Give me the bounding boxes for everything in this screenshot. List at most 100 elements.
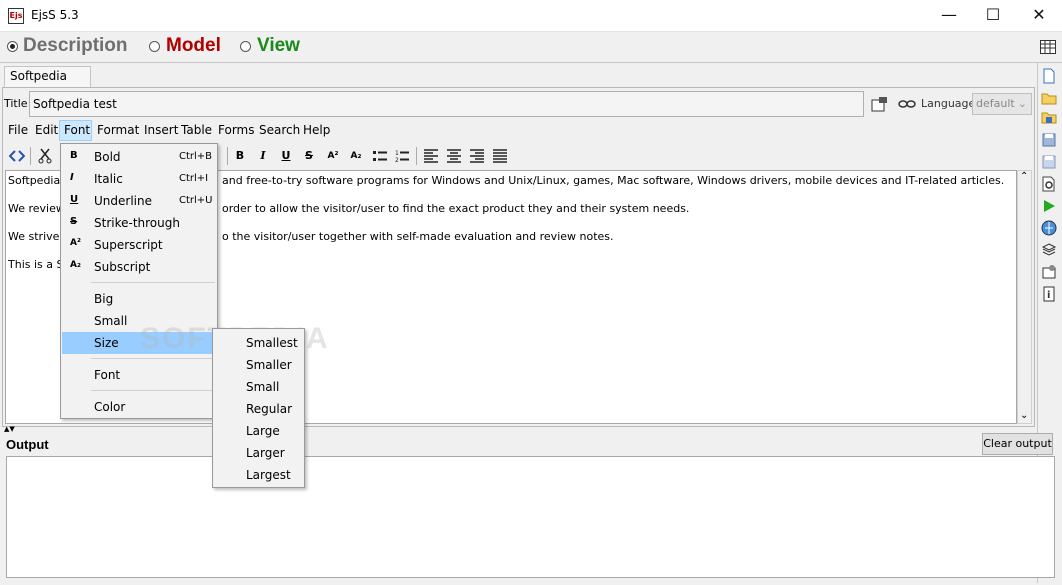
font-menu-big[interactable]: Big [62, 288, 216, 310]
menu-separator [91, 282, 215, 283]
align-left-icon[interactable] [424, 149, 438, 163]
superscript-button[interactable]: A² [325, 148, 341, 164]
model-radio[interactable] [149, 41, 160, 52]
cut-icon[interactable] [38, 148, 52, 164]
clear-output-button[interactable]: Clear output [982, 433, 1053, 455]
language-select[interactable]: default ⌄ [972, 93, 1032, 115]
language-value: default [976, 97, 1015, 110]
close-button[interactable]: ✕ [1016, 0, 1062, 32]
menu-edit[interactable]: Edit [35, 123, 58, 137]
table-view-icon[interactable] [1040, 40, 1056, 54]
font-menu-italic-label: Italic [94, 172, 123, 186]
menu-separator [91, 358, 215, 359]
size-smaller[interactable]: Smaller [246, 358, 292, 372]
menu-table[interactable]: Table [181, 123, 212, 137]
source-code-icon[interactable] [9, 149, 25, 163]
output-area[interactable] [6, 456, 1055, 578]
scroll-up-icon[interactable]: ⌃ [1020, 171, 1028, 182]
font-menu-underline-shortcut: Ctrl+U [179, 195, 213, 206]
info-icon[interactable]: i [1041, 286, 1057, 302]
font-menu-bold[interactable]: B Bold Ctrl+B [62, 146, 216, 168]
svg-text:2: 2 [395, 157, 399, 163]
chevron-down-icon: ⌄ [1017, 97, 1027, 110]
app-icon: Ejs [8, 8, 24, 24]
layers-icon[interactable] [1041, 242, 1057, 258]
tab-softpedia-test[interactable]: Softpedia test [4, 66, 91, 102]
link-icon[interactable] [898, 97, 916, 111]
underline-button[interactable]: U [280, 148, 292, 164]
size-small[interactable]: Small [246, 380, 279, 394]
view-radio[interactable] [240, 41, 251, 52]
font-menu-color[interactable]: Color [62, 396, 216, 418]
mode-description[interactable]: Description [23, 35, 128, 57]
font-menu-underline-label: Underline [94, 194, 152, 208]
font-menu-big-label: Big [94, 292, 114, 306]
title-input[interactable]: Softpedia test [29, 91, 864, 117]
font-menu-font-label: Font [94, 368, 121, 382]
menu-search[interactable]: Search [259, 123, 300, 137]
options-icon[interactable] [1041, 264, 1057, 280]
minimize-button[interactable]: — [926, 0, 972, 32]
paragraph-2-end: order to allow the visitor/user to find … [222, 202, 690, 215]
size-largest[interactable]: Largest [246, 468, 291, 482]
save-icon[interactable] [1041, 132, 1057, 148]
numbered-list-icon[interactable]: 12 [395, 149, 409, 163]
menu-format[interactable]: Format [97, 123, 139, 137]
open-recent-icon[interactable] [1041, 110, 1057, 126]
font-menu-subscript[interactable]: A₂ Subscript [62, 256, 216, 278]
page-properties-icon[interactable] [871, 96, 889, 112]
editor-scrollbar[interactable]: ⌃ ⌄ [1017, 170, 1032, 424]
web-icon[interactable] [1041, 220, 1057, 236]
menu-insert[interactable]: Insert [144, 123, 178, 137]
mode-view[interactable]: View [257, 35, 300, 57]
subscript-button[interactable]: A₂ [348, 148, 364, 164]
window-title: EjsS 5.3 [31, 8, 79, 22]
toolbar-separator [30, 147, 31, 165]
maximize-button[interactable]: ☐ [970, 0, 1016, 32]
italic-icon: I [70, 172, 74, 183]
underline-icon: U [70, 194, 79, 205]
size-smallest[interactable]: Smallest [246, 336, 298, 350]
mode-model[interactable]: Model [166, 35, 221, 57]
font-menu-superscript[interactable]: A² Superscript [62, 234, 216, 256]
split-pane-arrows-icon[interactable]: ▲▼ [4, 425, 15, 433]
bullet-list-icon[interactable] [373, 149, 387, 163]
menu-help[interactable]: Help [303, 123, 330, 137]
italic-button[interactable]: I [257, 148, 269, 164]
paragraph-2-start: We review [8, 202, 65, 215]
size-larger[interactable]: Larger [246, 446, 285, 460]
font-menu-italic[interactable]: I Italic Ctrl+I [62, 168, 216, 190]
svg-text:1: 1 [395, 150, 399, 157]
scroll-down-icon[interactable]: ⌄ [1020, 410, 1028, 421]
description-radio[interactable] [7, 41, 18, 52]
align-right-icon[interactable] [470, 149, 484, 163]
title-bar [0, 0, 1062, 32]
align-justify-icon[interactable] [493, 149, 507, 163]
title-label: Title: [4, 97, 32, 110]
font-menu-italic-shortcut: Ctrl+I [179, 173, 209, 184]
menu-forms[interactable]: Forms [218, 123, 254, 137]
font-menu-strikethrough[interactable]: S Strike-through [62, 212, 216, 234]
size-large[interactable]: Large [246, 424, 280, 438]
align-center-icon[interactable] [447, 149, 461, 163]
subscript-icon: A₂ [70, 260, 81, 270]
bold-button[interactable]: B [234, 148, 246, 164]
toolbar-separator [227, 147, 228, 165]
font-menu-font[interactable]: Font [62, 364, 216, 386]
strikethrough-button[interactable]: S [303, 148, 315, 164]
menu-file[interactable]: File [8, 123, 28, 137]
save-as-icon[interactable] [1041, 154, 1057, 170]
size-regular[interactable]: Regular [246, 402, 292, 416]
menu-font[interactable]: Font [64, 123, 90, 137]
run-icon[interactable] [1041, 198, 1057, 214]
font-menu-bold-shortcut: Ctrl+B [179, 151, 213, 162]
search-document-icon[interactable] [1041, 176, 1057, 192]
new-file-icon[interactable] [1041, 68, 1057, 84]
font-menu-underline[interactable]: U Underline Ctrl+U [62, 190, 216, 212]
strikethrough-icon: S [70, 216, 78, 227]
paragraph-1-end: and free-to-try software programs for Wi… [222, 174, 1005, 187]
font-menu-color-label: Color [94, 400, 126, 414]
font-menu-size-label: Size [94, 336, 119, 350]
open-folder-icon[interactable] [1041, 90, 1057, 106]
font-menu-small-label: Small [94, 314, 128, 328]
